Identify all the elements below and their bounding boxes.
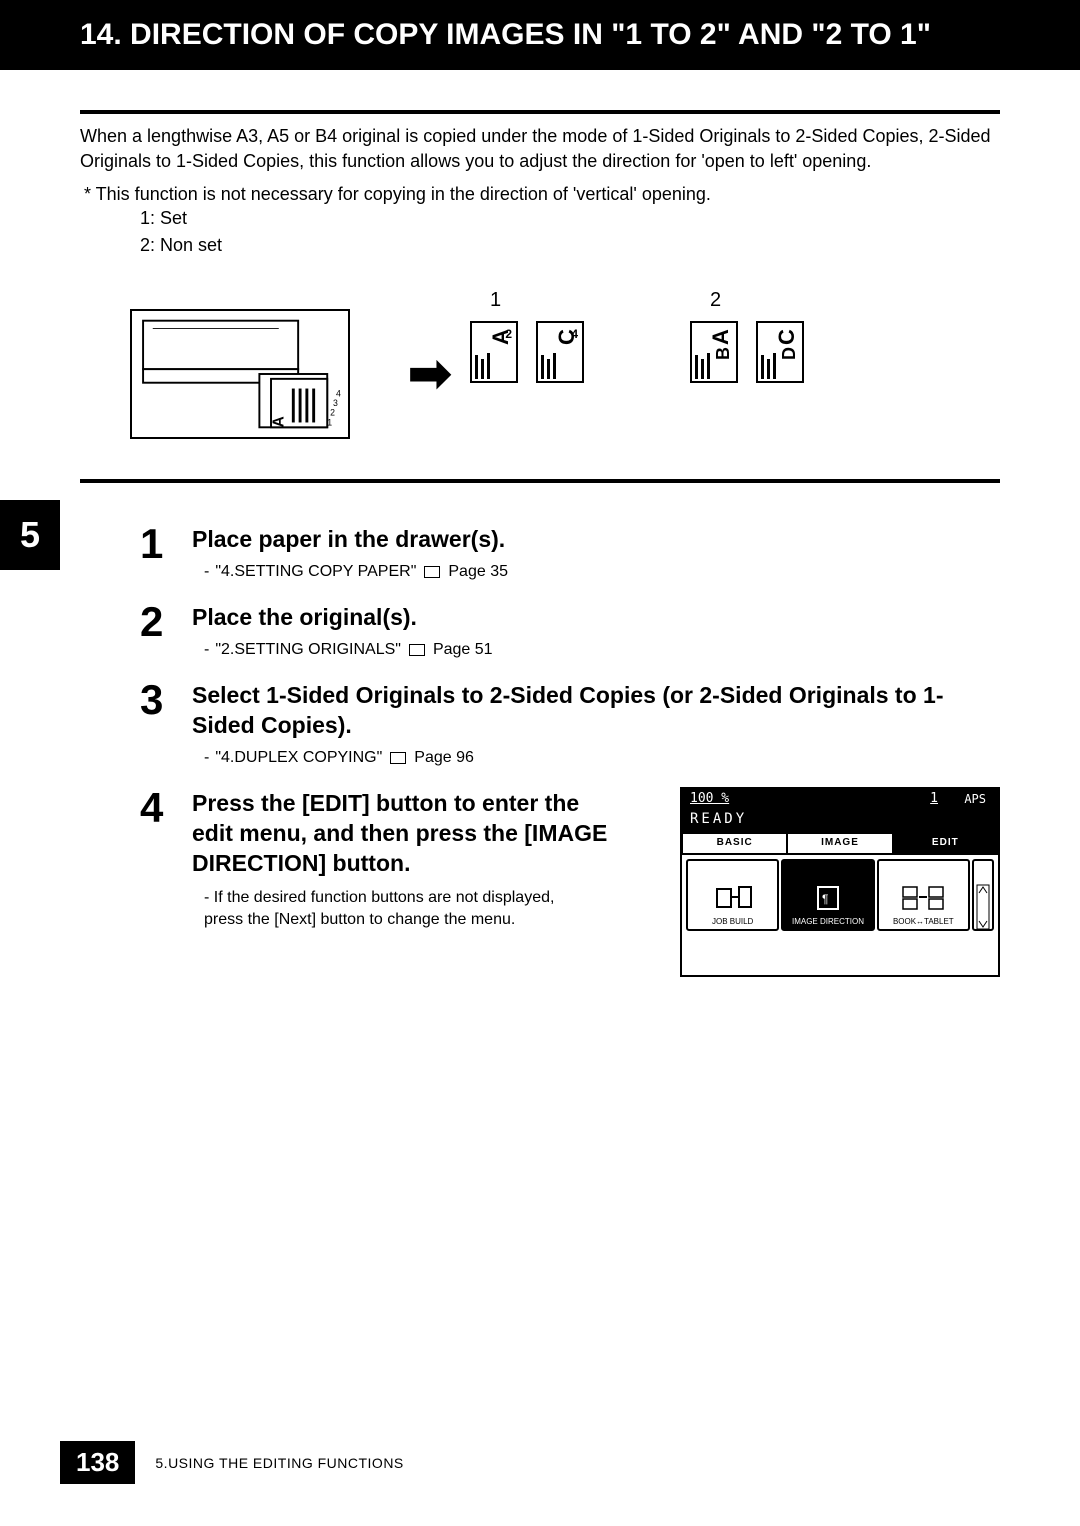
page-group-1: A 2 C 4 [470,321,584,383]
zoom-percent: 100 % [690,791,729,806]
book-icon [390,752,406,764]
book-icon [409,644,425,656]
note-item-1: 1: Set [140,205,1000,232]
screen-function-row: JOB BUILD ¶ IMAGE DIRECTION BOOK↔TABLET [682,855,998,935]
section-title: 14. DIRECTION OF COPY IMAGES IN "1 TO 2"… [80,18,931,51]
footer-chapter-text: 5.USING THE EDITING FUNCTIONS [155,1455,403,1471]
scroll-icon [974,888,992,926]
book-tablet-button[interactable]: BOOK↔TABLET [877,859,970,931]
step-1: 1 Place paper in the drawer(s). "4.SETTI… [140,523,1000,581]
step-title: Press the [EDIT] button to enter the edi… [192,789,612,879]
page-number: 138 [60,1441,135,1484]
diagram-label-2: 2 [710,289,721,312]
diagram-label-1: 1 [490,289,501,312]
svg-text:3: 3 [333,398,338,408]
step-3: 3 Select 1-Sided Originals to 2-Sided Co… [140,679,1000,767]
step-title: Place paper in the drawer(s). [192,525,1000,555]
page-group-2: A B C D [690,321,804,383]
book-icon [424,566,440,578]
note-item-2: 2: Non set [140,232,1000,259]
arrow-icon: ➡ [408,344,452,404]
minipage-c3: C 4 [536,321,584,383]
step-2: 2 Place the original(s). "2.SETTING ORIG… [140,601,1000,659]
screen-tabs: BASIC IMAGE EDIT [682,833,998,855]
step-note: If the desired function buttons are not … [192,887,592,932]
image-direction-button[interactable]: ¶ IMAGE DIRECTION [781,859,874,931]
scroll-button[interactable] [972,859,994,931]
ready-label: READY [690,811,747,827]
copier-screen: 100 % 1 APS READY BASIC IMAGE EDIT JOB [680,787,1000,977]
job-build-icon [688,879,777,917]
rule-top [80,110,1000,114]
step-title: Select 1-Sided Originals to 2-Sided Copi… [192,681,1000,741]
tab-basic[interactable]: BASIC [682,833,787,854]
step-reference: "2.SETTING ORIGINALS" Page 51 [192,641,1000,659]
minipage-c: C D [756,321,804,383]
printer-illustration: A 1 2 3 4 [130,309,350,439]
intro-text: When a lengthwise A3, A5 or B4 original … [80,124,1000,174]
step-reference: "4.SETTING COPY PAPER" Page 35 [192,563,1000,581]
svg-text:1: 1 [327,418,332,428]
step-number: 4 [140,787,176,931]
note-items: 1: Set 2: Non set [80,205,1000,259]
image-direction-icon: ¶ [783,879,872,917]
job-build-button[interactable]: JOB BUILD [686,859,779,931]
tab-edit[interactable]: EDIT [893,833,998,854]
step-number: 3 [140,679,176,767]
diagram: 1 2 A 1 2 3 4 ➡ A [130,289,1000,459]
book-tablet-icon [879,879,968,917]
tab-image[interactable]: IMAGE [787,833,892,854]
minipage-a1: A 2 [470,321,518,383]
svg-text:A: A [271,416,288,427]
section-header: 14. DIRECTION OF COPY IMAGES IN "1 TO 2"… [0,0,1080,70]
page-footer: 138 5.USING THE EDITING FUNCTIONS [60,1441,404,1484]
svg-text:4: 4 [336,389,341,399]
step-number: 2 [140,601,176,659]
svg-text:¶: ¶ [822,892,828,906]
step-4: 4 Press the [EDIT] button to enter the e… [140,787,1000,931]
copy-count: 1 [930,791,938,806]
screen-status-bar: 100 % 1 APS READY [682,789,998,833]
svg-text:2: 2 [330,408,335,418]
step-number: 1 [140,523,176,581]
minipage-a: A B [690,321,738,383]
step-title: Place the original(s). [192,603,1000,633]
aps-badge: APS [964,792,986,806]
steps-list: 1 Place paper in the drawer(s). "4.SETTI… [80,483,1000,931]
step-reference: "4.DUPLEX COPYING" Page 96 [192,749,1000,767]
note-text: * This function is not necessary for cop… [80,184,1000,205]
chapter-tab: 5 [0,500,60,570]
